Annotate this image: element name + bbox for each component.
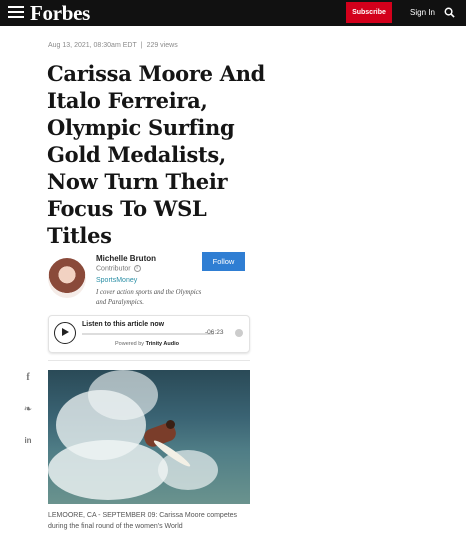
top-nav-bar: Forbes Subscribe Sign In <box>0 0 466 26</box>
section-divider <box>48 360 250 361</box>
article-meta: Aug 13, 2021, 08:30am EDT | 229 views <box>48 42 178 49</box>
author-bio: I cover action sports and the Olympics a… <box>96 289 202 306</box>
facebook-icon[interactable]: f <box>22 372 34 384</box>
author-name[interactable]: Michelle Bruton <box>96 254 156 263</box>
powered-by-text: Powered by Trinity Audio <box>115 341 179 347</box>
author-section-link[interactable]: SportsMoney <box>96 277 137 284</box>
author-role-label: Contributor <box>96 265 131 273</box>
subscribe-button[interactable]: Subscribe <box>346 2 392 23</box>
audio-time-remaining: -06:23 <box>205 329 224 336</box>
image-caption: LEMOORE, CA - SEPTEMBER 09: Carissa Moor… <box>48 512 238 530</box>
forbes-logo[interactable]: Forbes <box>30 1 90 26</box>
info-icon[interactable]: i <box>133 265 141 272</box>
article-hero-image <box>48 370 250 504</box>
wave-splash <box>48 440 168 500</box>
audio-progress-track[interactable] <box>82 333 214 335</box>
volume-icon[interactable] <box>235 329 243 337</box>
surfer-head <box>166 420 175 429</box>
hamburger-menu-icon[interactable] <box>8 6 24 18</box>
audio-player: Listen to this article now -06:23 Powere… <box>48 315 250 353</box>
powered-by-prefix: Powered by <box>115 341 145 347</box>
wave-splash <box>158 450 218 490</box>
twitter-icon[interactable]: ❧ <box>22 404 34 416</box>
author-avatar[interactable] <box>48 258 86 298</box>
article-title: Carissa Moore And Italo Ferreira, Olympi… <box>47 61 266 248</box>
search-icon[interactable] <box>444 7 455 18</box>
audio-player-title: Listen to this article now <box>82 321 165 328</box>
play-icon[interactable] <box>54 322 76 344</box>
view-count: 229 views <box>146 42 178 49</box>
powered-by-brand[interactable]: Trinity Audio <box>146 341 179 347</box>
meta-separator: | <box>140 42 143 49</box>
publish-date: Aug 13, 2021, 08:30am EDT <box>48 42 137 49</box>
follow-button[interactable]: Follow <box>202 252 245 271</box>
linkedin-icon[interactable]: in <box>22 435 34 447</box>
wave-splash <box>88 370 158 420</box>
sign-in-link[interactable]: Sign In <box>410 8 435 17</box>
author-role: Contributor i <box>96 265 141 272</box>
